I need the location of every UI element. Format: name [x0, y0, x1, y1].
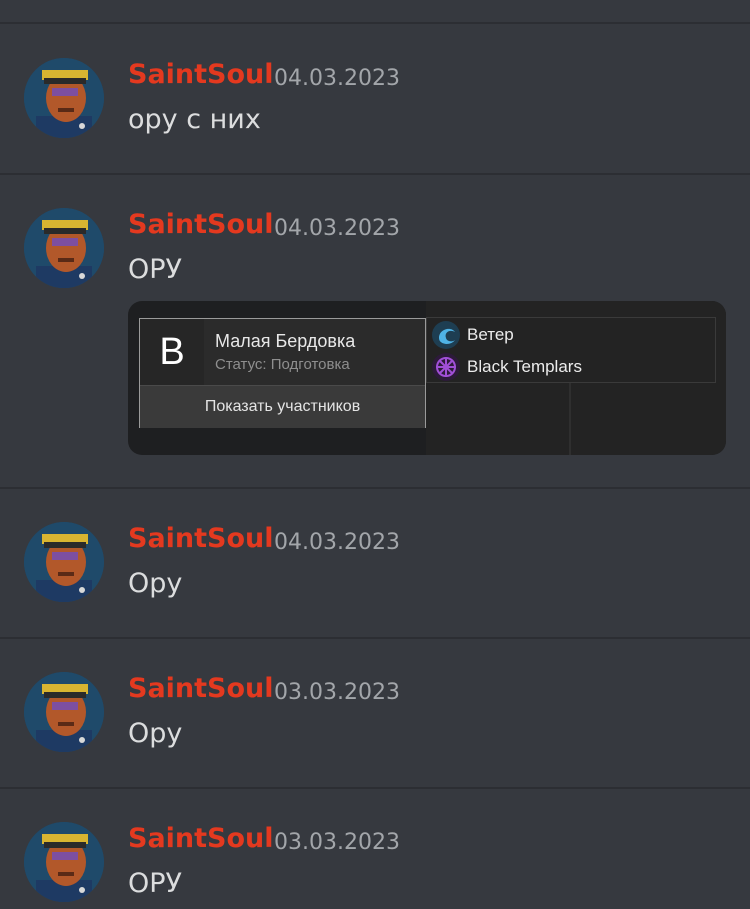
author-name[interactable]: SaintSoul	[128, 210, 274, 240]
embed-divider	[569, 383, 571, 455]
battle-letter: B	[140, 319, 204, 385]
avatar[interactable]	[24, 672, 104, 752]
faction-list: Ветер Black Templars	[426, 317, 716, 383]
author-name[interactable]: SaintSoul	[128, 524, 274, 554]
battle-card: B Малая Бердовка Статус: Подготовка Пока…	[139, 318, 426, 428]
faction-name: Black Templars	[467, 357, 582, 376]
message-timestamp: 03.03.2023	[274, 830, 400, 855]
message-timestamp: 04.03.2023	[274, 216, 400, 241]
message-text: ору с них	[128, 104, 261, 135]
author-name[interactable]: SaintSoul	[128, 60, 274, 90]
message-divider	[0, 637, 750, 639]
message-text: Ору	[128, 568, 183, 599]
message: SaintSoul 03.03.2023 Ору	[0, 672, 750, 782]
message-text: Ору	[128, 718, 183, 749]
message-text: ОРУ	[128, 868, 182, 899]
message-timestamp: 03.03.2023	[274, 680, 400, 705]
show-participants-button[interactable]: Показать участников	[140, 385, 425, 428]
message-feed: SaintSoul 04.03.2023 ору с них SaintSoul…	[0, 0, 750, 909]
avatar[interactable]	[24, 58, 104, 138]
message-text: ОРУ	[128, 254, 182, 285]
battle-card-header: B Малая Бердовка Статус: Подготовка	[140, 319, 425, 385]
author-name[interactable]: SaintSoul	[128, 824, 274, 854]
message-timestamp: 04.03.2023	[274, 530, 400, 555]
faction-name: Ветер	[467, 325, 514, 344]
avatar[interactable]	[24, 522, 104, 602]
wind-faction-icon	[431, 320, 461, 350]
message: SaintSoul 03.03.2023 ОРУ	[0, 822, 750, 909]
faction-item: Black Templars	[431, 352, 582, 382]
message-timestamp: 04.03.2023	[274, 66, 400, 91]
message-divider	[0, 173, 750, 175]
author-name[interactable]: SaintSoul	[128, 674, 274, 704]
battle-embed: B Малая Бердовка Статус: Подготовка Пока…	[128, 301, 726, 455]
message-divider	[0, 487, 750, 489]
avatar[interactable]	[24, 822, 104, 902]
battle-title: Малая Бердовка	[215, 331, 356, 351]
battle-status: Статус: Подготовка	[215, 356, 350, 373]
faction-item: Ветер	[431, 320, 514, 350]
message-divider	[0, 787, 750, 789]
message-divider	[0, 22, 750, 24]
avatar[interactable]	[24, 208, 104, 288]
black-templars-faction-icon	[431, 352, 461, 382]
message: SaintSoul 04.03.2023 ору с них	[0, 58, 750, 168]
message: SaintSoul 04.03.2023 Ору	[0, 522, 750, 632]
